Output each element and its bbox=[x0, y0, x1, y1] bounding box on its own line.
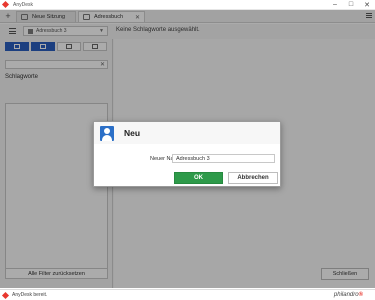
philandro-logo: philandro® bbox=[333, 292, 363, 298]
window-title: AnyDesk bbox=[13, 1, 34, 8]
dialog-header: Neu bbox=[94, 122, 280, 144]
dialog-title: Neu bbox=[124, 128, 141, 138]
user-icon bbox=[100, 126, 114, 141]
minimize-button[interactable]: – bbox=[327, 0, 343, 10]
status-bar: AnyDesk bereit. philandro® bbox=[0, 289, 375, 300]
maximize-button[interactable]: □ bbox=[343, 0, 359, 10]
new-name-input[interactable] bbox=[172, 154, 275, 163]
anydesk-status-icon bbox=[1, 291, 10, 299]
status-text: AnyDesk bereit. bbox=[12, 292, 48, 298]
ok-button[interactable]: OK bbox=[174, 172, 223, 184]
new-addressbook-dialog: Neu Neuer Name: OK Abbrechen bbox=[93, 121, 281, 187]
anydesk-logo-icon bbox=[1, 0, 10, 9]
window-titlebar: AnyDesk – □ ✕ bbox=[0, 0, 375, 10]
cancel-button[interactable]: Abbrechen bbox=[228, 172, 278, 184]
